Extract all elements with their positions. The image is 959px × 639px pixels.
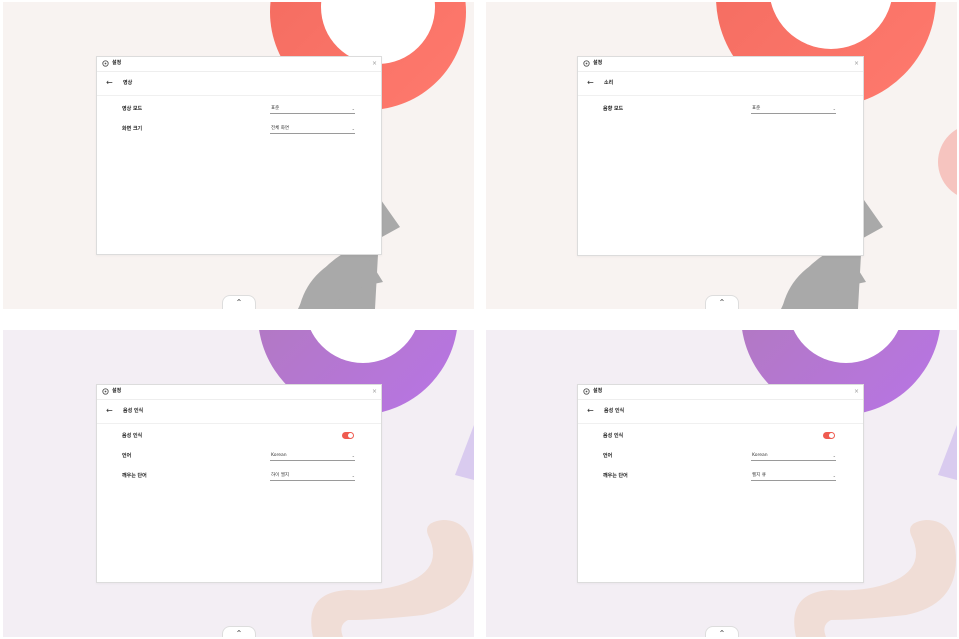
close-button[interactable]: × (854, 387, 859, 396)
picture-mode-dropdown[interactable]: 표준 ⌄ (270, 105, 355, 114)
chevron-down-icon: ⌄ (832, 453, 836, 458)
window-titlebar: 설정 × (97, 385, 381, 400)
row-label-picture-mode: 영상 모드 (122, 106, 143, 112)
page-title: 음성 인식 (123, 408, 144, 414)
row-label-wake-word: 깨우는 단어 (603, 473, 628, 479)
row-label-screen-size: 화면 크기 (122, 126, 143, 132)
expand-up-button[interactable]: ⌃ (222, 626, 256, 637)
chevron-down-icon: ⌄ (351, 106, 355, 111)
language-dropdown[interactable]: Korean ⌄ (270, 452, 355, 461)
screen-voice-recognition-settings: 설정 × ← 음성 인식 음성 인식 언어 Korean ⌄ 깨우는 단어 하이… (3, 330, 474, 637)
back-button[interactable]: ← (106, 78, 113, 88)
settings-window: 설정 × ← 영상 영상 모드 표준 ⌄ 화면 크기 전체 화면 ⌄ (96, 56, 382, 255)
window-title: 설정 (593, 388, 603, 394)
row-label-voice-recognition: 음성 인식 (122, 433, 143, 439)
close-button[interactable]: × (854, 59, 859, 68)
dropdown-value: 전체 화면 (271, 126, 289, 131)
gear-icon (102, 388, 109, 395)
row-label-language: 언어 (122, 453, 132, 459)
expand-up-button[interactable]: ⌃ (705, 295, 739, 309)
dropdown-value: 표준 (271, 106, 280, 111)
settings-window: 설정 × ← 소리 음향 모드 표준 ⌄ (577, 56, 864, 256)
chevron-down-icon: ⌄ (832, 106, 836, 111)
page-title: 영상 (123, 80, 133, 86)
voice-recognition-toggle[interactable] (342, 432, 354, 439)
settings-window: 설정 × ← 음성 인식 음성 인식 언어 Korean ⌄ 깨우는 단어 하이… (96, 384, 382, 583)
chevron-down-icon: ⌄ (351, 473, 355, 478)
page-title: 소리 (604, 80, 614, 86)
toggle-knob (829, 433, 834, 438)
voice-recognition-toggle[interactable] (823, 432, 835, 439)
window-titlebar: 설정 × (97, 57, 381, 72)
wake-word-dropdown[interactable]: 하이 엘지 ⌄ (270, 472, 355, 481)
back-button[interactable]: ← (106, 406, 113, 416)
window-titlebar: 설정 × (578, 385, 863, 400)
gear-icon (102, 60, 109, 67)
window-titlebar: 설정 × (578, 57, 863, 72)
page-header: ← 영상 (97, 72, 381, 96)
chevron-down-icon: ⌄ (351, 453, 355, 458)
chevron-down-icon: ⌄ (832, 473, 836, 478)
page-header: ← 음성 인식 (578, 400, 863, 424)
dropdown-value: 헬지 큐 (752, 473, 766, 478)
gear-icon (583, 60, 590, 67)
screen-sound-settings: 설정 × ← 소리 음향 모드 표준 ⌄ ⌃ (486, 2, 957, 309)
language-dropdown[interactable]: Korean ⌄ (751, 452, 836, 461)
expand-up-button[interactable]: ⌃ (705, 626, 739, 637)
back-button[interactable]: ← (587, 406, 594, 416)
window-title: 설정 (112, 388, 122, 394)
screen-size-dropdown[interactable]: 전체 화면 ⌄ (270, 125, 355, 134)
row-label-wake-word: 깨우는 단어 (122, 473, 147, 479)
screen-voice-recognition-settings-alt: 설정 × ← 음성 인식 음성 인식 언어 Korean ⌄ 깨우는 단어 헬지… (486, 330, 957, 637)
row-label-voice-recognition: 음성 인식 (603, 433, 624, 439)
wake-word-dropdown[interactable]: 헬지 큐 ⌄ (751, 472, 836, 481)
back-button[interactable]: ← (587, 78, 594, 88)
close-button[interactable]: × (372, 387, 377, 396)
gear-icon (583, 388, 590, 395)
settings-window: 설정 × ← 음성 인식 음성 인식 언어 Korean ⌄ 깨우는 단어 헬지… (577, 384, 864, 583)
row-label-language: 언어 (603, 453, 613, 459)
page-header: ← 음성 인식 (97, 400, 381, 424)
window-title: 설정 (593, 60, 603, 66)
expand-up-button[interactable]: ⌃ (222, 295, 256, 309)
window-title: 설정 (112, 60, 122, 66)
dropdown-value: Korean (752, 453, 768, 458)
screen-video-settings: 설정 × ← 영상 영상 모드 표준 ⌄ 화면 크기 전체 화면 ⌄ ⌃ (3, 2, 474, 309)
close-button[interactable]: × (372, 59, 377, 68)
chevron-down-icon: ⌄ (351, 126, 355, 131)
toggle-knob (348, 433, 353, 438)
row-label-sound-mode: 음향 모드 (603, 106, 624, 112)
sound-mode-dropdown[interactable]: 표준 ⌄ (751, 105, 836, 114)
page-title: 음성 인식 (604, 408, 625, 414)
page-header: ← 소리 (578, 72, 863, 96)
dropdown-value: 하이 엘지 (271, 473, 289, 478)
dropdown-value: 표준 (752, 106, 761, 111)
dropdown-value: Korean (271, 453, 287, 458)
